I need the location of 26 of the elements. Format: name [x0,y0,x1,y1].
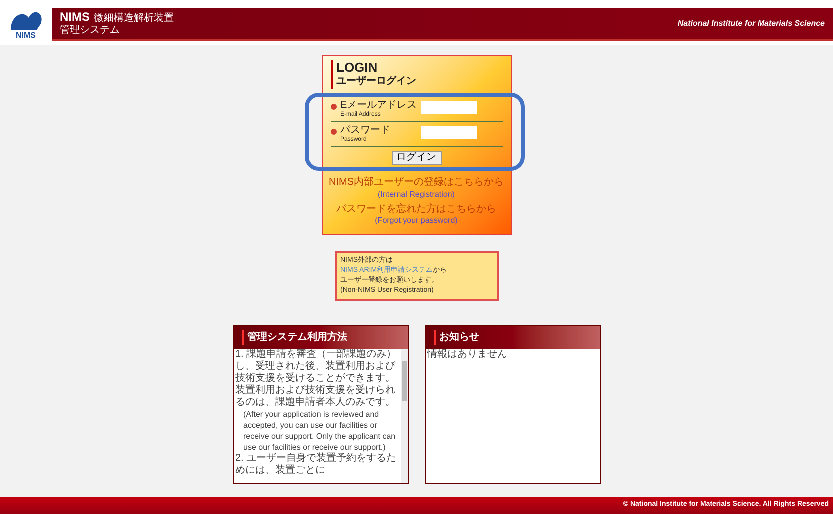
login-title: LOGIN [336,60,379,76]
logo-icon [9,10,43,32]
scrollbar[interactable] [400,349,408,484]
panel-title: 管理システム利用方法 [242,330,348,346]
app-subtitle: 管理システム [60,25,121,38]
app-title-sub: 微細構造解析装置 [94,12,174,25]
login-button[interactable]: ログイン [392,150,442,166]
app-title: NIMS [60,10,90,24]
bullet-icon [330,104,336,110]
panel-title: お知らせ [434,330,480,346]
panel-text: 情報はありません [428,349,508,362]
help-link[interactable]: (Forgot your password) [375,216,458,226]
input-field[interactable] [420,100,476,114]
panel-text: (After your application is reviewed and accepted, you can use our facilities or receive our support. Only the applicant can use our facilities or receive our support.) [242,409,397,452]
help-link[interactable]: (Internal Registration) [378,190,455,200]
bullet-icon [330,128,336,135]
logo-text: NIMS [16,32,36,40]
input-field[interactable] [420,126,476,139]
field-label: パスワード [340,126,392,136]
help-link[interactable]: NIMS内部ユーザーの登録はこちらから [329,177,504,190]
login-subtitle: ユーザーログイン [336,76,418,89]
panel-text: 1. 課題申請を審査（一部課題のみ）し、受理された後、装置利用および技術支援を受けることができます。装置利用および技術支援を受けられるのは、課題申請者本人のみです。 [236,349,398,410]
organization-name: National Institute for Materials Science [678,18,825,30]
panel-text: 2. ユーザー自身で装置予約をするためには、装置ごとに [236,453,398,478]
help-link[interactable]: パスワードを忘れた方はこちらから [336,204,496,216]
field-label: Eメールアドレス [340,100,416,111]
